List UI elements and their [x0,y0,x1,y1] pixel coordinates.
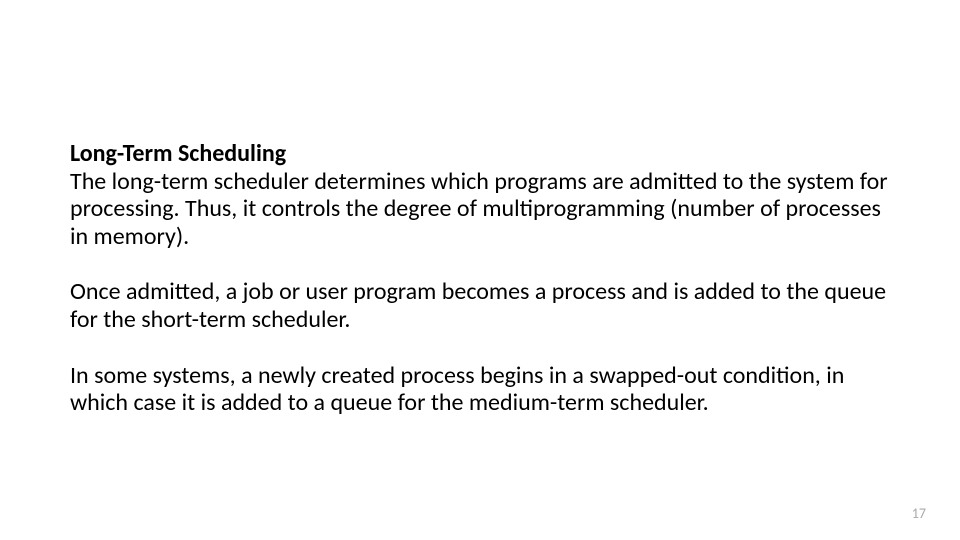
intro-block: Long-Term Scheduling The long-term sched… [70,140,890,250]
paragraph-1: The long-term scheduler determines which… [70,167,888,251]
slide: Long-Term Scheduling The long-term sched… [0,0,960,540]
paragraph-3: In some systems, a newly created process… [70,362,890,417]
paragraph-2: Once admitted, a job or user program bec… [70,278,890,333]
section-heading: Long-Term Scheduling [70,139,286,168]
page-number: 17 [912,505,926,522]
